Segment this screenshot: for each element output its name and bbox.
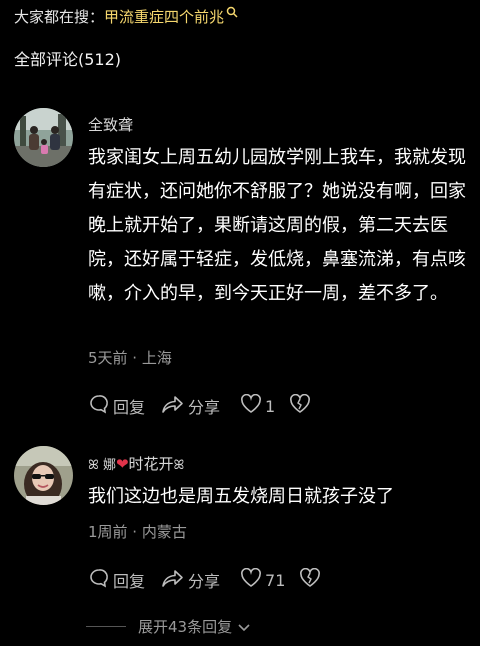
comment-actions: 回复 分享 1 (88, 393, 314, 419)
comment-text: 我们这边也是周五发烧周日就孩子没了 (88, 486, 394, 507)
reply-button[interactable]: 回复 (88, 567, 145, 593)
like-button[interactable]: 71 (240, 567, 286, 592)
like-count: 71 (265, 570, 286, 590)
expand-replies-label[interactable]: 展开43条回复 (138, 616, 251, 637)
comment-username[interactable]: ꕤ 娜❤时花开ꕤ (88, 453, 184, 474)
search-hint[interactable]: 大家都在搜：甲流重症四个前兆 (14, 6, 238, 27)
comment-text: 我家闺女上周五幼儿园放学刚上我车，我就发现有症状，还问她你不舒服了？她说没有啊，… (88, 147, 466, 304)
avatar[interactable] (14, 108, 73, 167)
share-button[interactable]: 分享 (161, 567, 220, 593)
broken-heart-icon (299, 567, 324, 592)
reply-label: 回复 (113, 398, 146, 417)
broken-heart-icon (289, 393, 314, 418)
share-label: 分享 (188, 398, 221, 417)
expand-replies-text: 展开43条回复 (138, 618, 233, 636)
divider (86, 626, 126, 627)
reply-icon (88, 393, 113, 419)
username-main: 时花开 (128, 455, 174, 473)
search-icon (226, 6, 238, 21)
dislike-button[interactable] (289, 393, 314, 418)
comment-actions: 回复 分享 71 (88, 567, 324, 593)
share-button[interactable]: 分享 (161, 393, 220, 419)
avatar[interactable] (14, 446, 73, 505)
comment-username[interactable]: 全致聋 (88, 114, 133, 135)
share-icon (161, 567, 188, 593)
username-prefix: ꕤ 娜 (88, 458, 116, 473)
username-heart: ❤ (115, 455, 129, 473)
search-hint-link[interactable]: 甲流重症四个前兆 (104, 8, 224, 26)
chevron-down-icon (237, 619, 251, 637)
reply-button[interactable]: 回复 (88, 393, 145, 419)
share-label: 分享 (188, 572, 221, 591)
username-suffix: ꕤ (173, 458, 185, 473)
comment-meta: 5天前 · 上海 (88, 349, 172, 367)
comment-meta: 1周前 · 内蒙古 (88, 523, 187, 541)
share-icon (161, 393, 188, 419)
heart-icon (240, 393, 265, 418)
dislike-button[interactable] (299, 567, 324, 592)
comments-count-header: 全部评论(512) (14, 50, 122, 69)
like-button[interactable]: 1 (240, 393, 276, 418)
expand-replies[interactable]: 展开43条回复 (0, 614, 480, 638)
reply-label: 回复 (113, 572, 146, 591)
reply-icon (88, 567, 113, 593)
like-count: 1 (265, 396, 276, 416)
heart-icon (240, 567, 265, 592)
search-hint-prefix: 大家都在搜： (14, 8, 105, 26)
